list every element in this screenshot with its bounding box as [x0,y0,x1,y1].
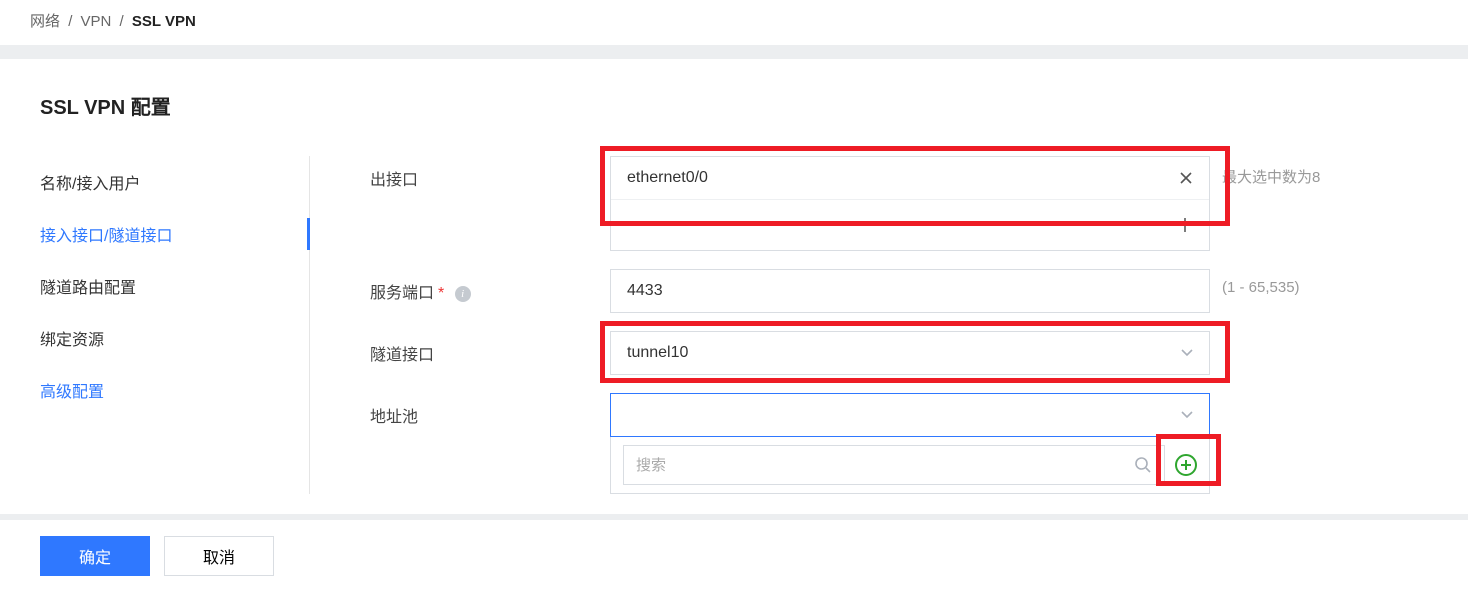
chevron-down-icon [1181,411,1193,419]
required-mark: * [438,285,444,302]
out-interface-hint: 最大选中数为8 [1222,156,1320,187]
breadcrumb-current: SSL VPN [132,13,196,30]
out-interface-value: ethernet0/0 [627,169,708,187]
out-interface-label: 出接口 [370,156,610,190]
ok-button[interactable]: 确定 [40,536,150,576]
breadcrumb-sep: / [120,13,124,30]
sidebar-item-advanced[interactable]: 高级配置 [40,364,289,416]
add-icon[interactable] [1175,454,1197,476]
sidebar-item-bind-resource[interactable]: 绑定资源 [40,312,289,364]
tunnel-interface-select[interactable]: tunnel10 [610,331,1210,375]
breadcrumb: 网络 / VPN / SSL VPN [0,0,1468,45]
sidebar-item-tunnel-route[interactable]: 隧道路由配置 [40,260,289,312]
breadcrumb-sep: / [68,13,72,30]
info-icon[interactable]: i [455,286,471,302]
plus-icon[interactable] [1177,217,1193,233]
service-port-hint: (1 - 65,535) [1222,269,1300,296]
sidebar-item-name-user[interactable]: 名称/接入用户 [40,156,289,208]
config-sidebar: 名称/接入用户 接入接口/隧道接口 隧道路由配置 绑定资源 高级配置 [40,156,310,494]
address-pool-dropdown [610,437,1210,494]
search-icon[interactable] [1134,456,1152,474]
sidebar-item-interface-tunnel[interactable]: 接入接口/隧道接口 [40,208,289,260]
tunnel-interface-value: tunnel10 [627,344,688,362]
close-icon[interactable] [1179,171,1193,185]
service-port-label: 服务端口* i [370,269,610,303]
tunnel-interface-label: 隧道接口 [370,331,610,365]
address-pool-label: 地址池 [370,393,610,427]
service-port-input[interactable] [610,269,1210,313]
breadcrumb-l2[interactable]: VPN [81,13,112,30]
search-input[interactable] [636,457,1134,474]
address-pool-select[interactable] [610,393,1210,437]
cancel-button[interactable]: 取消 [164,536,274,576]
page-title: SSL VPN 配置 [40,91,1428,120]
divider-bar [0,45,1468,59]
breadcrumb-l1[interactable]: 网络 [30,13,60,30]
out-interface-select[interactable]: ethernet0/0 [610,156,1210,251]
chevron-down-icon [1181,349,1193,357]
